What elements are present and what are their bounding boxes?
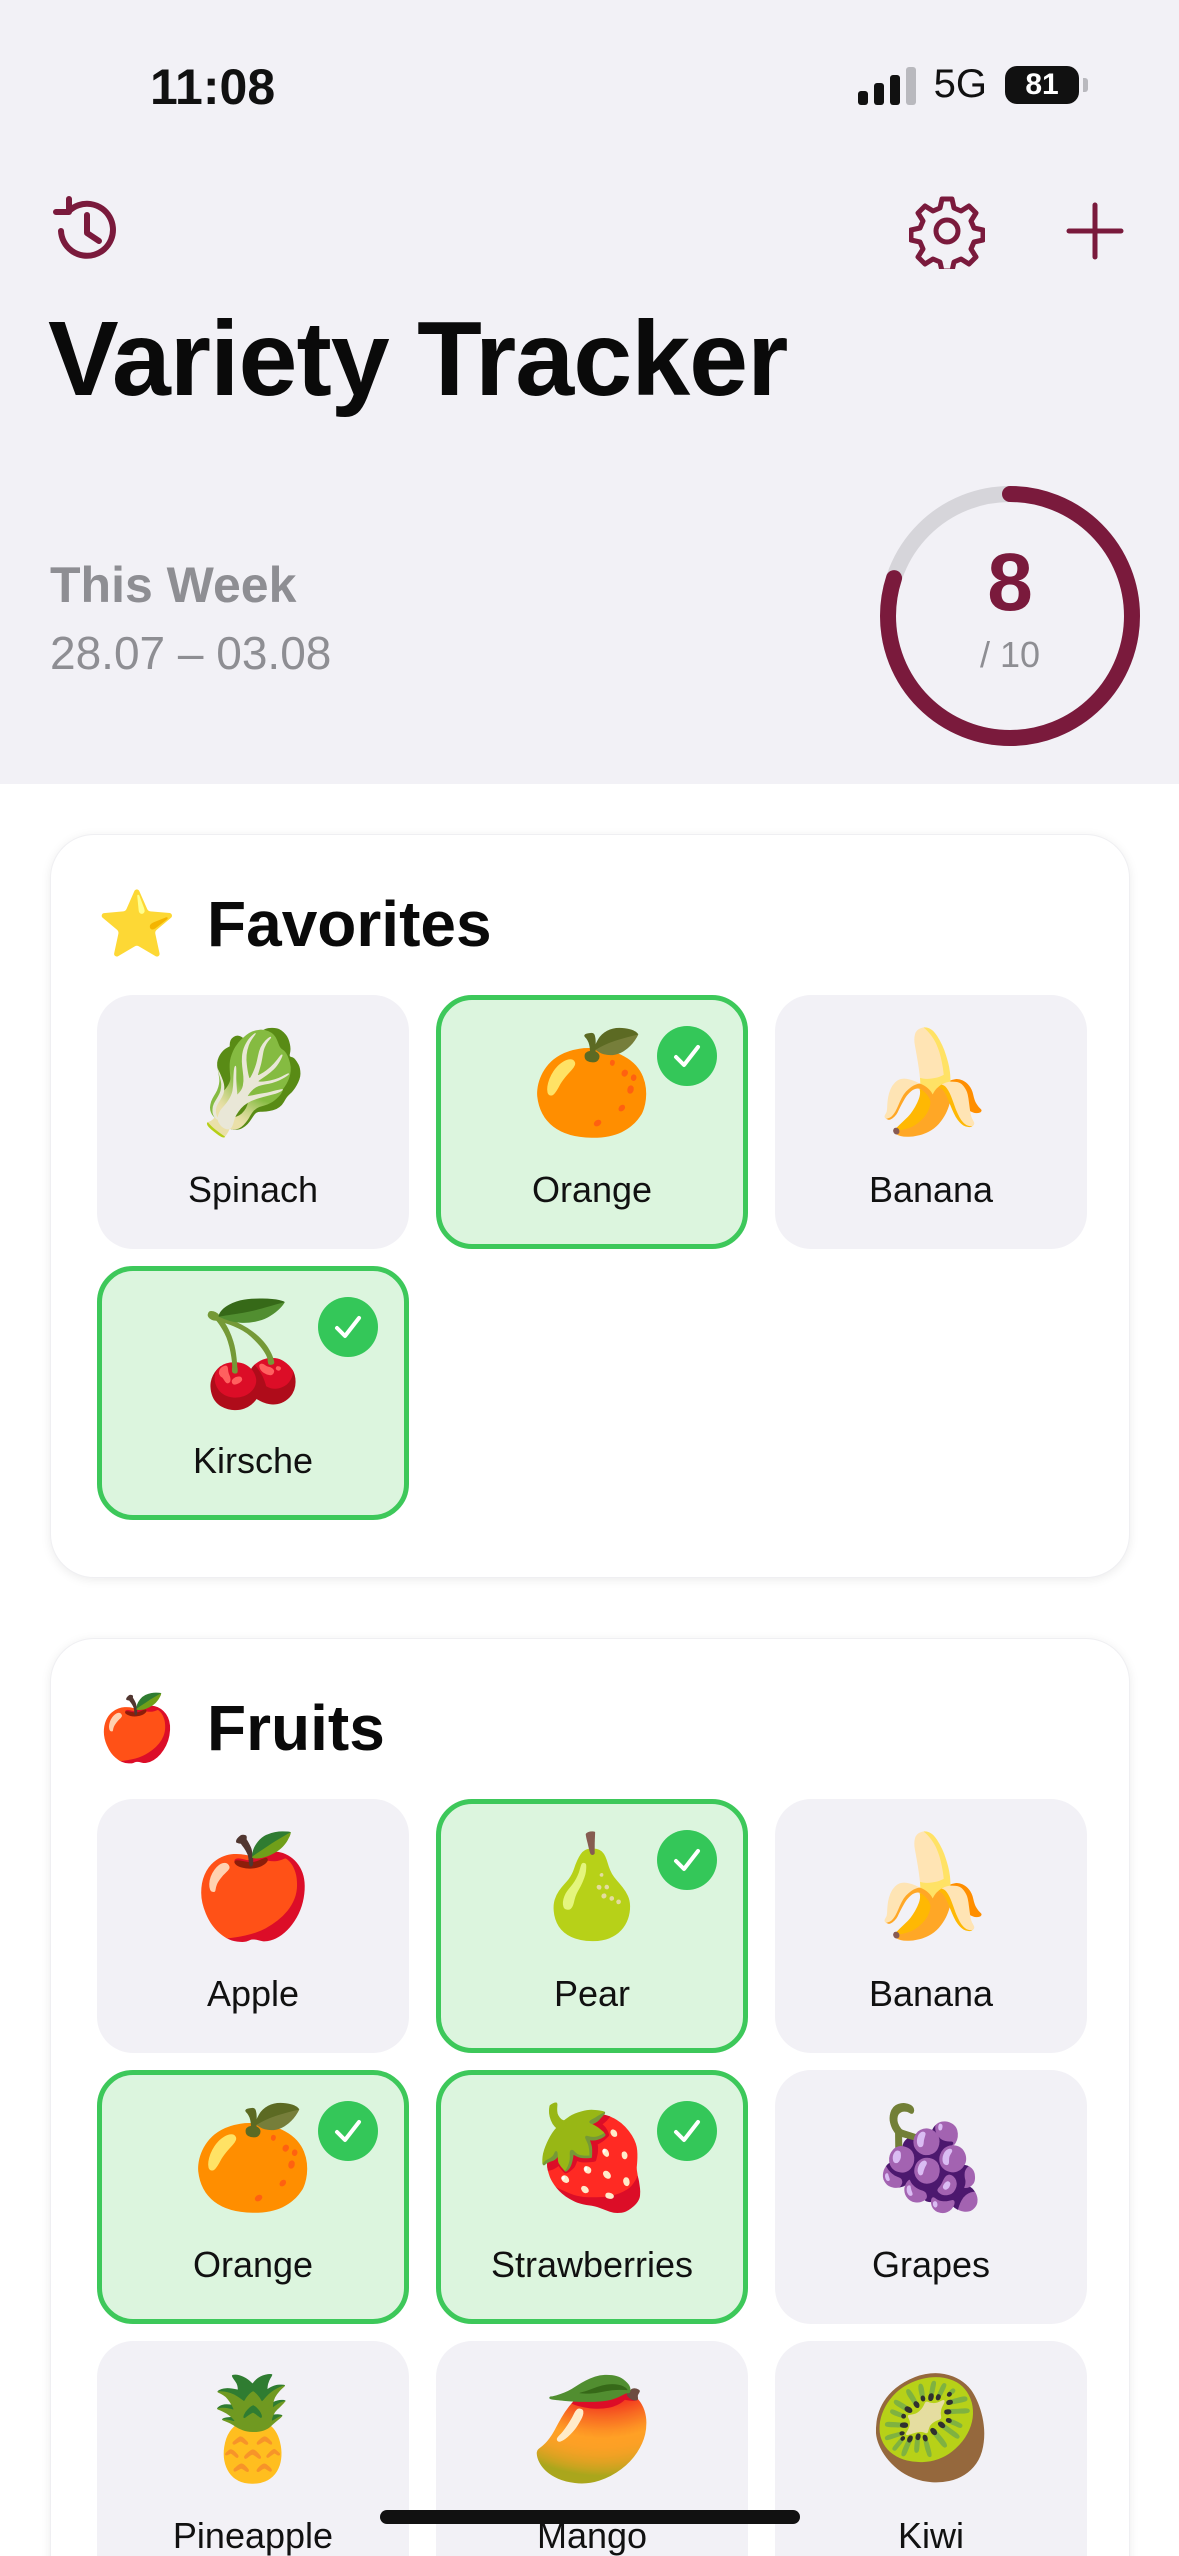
tile-label: Kirsche: [192, 1440, 314, 1481]
network-type: 5G: [933, 62, 987, 106]
grapes-icon: 🍇: [868, 2102, 994, 2214]
mango-icon: 🥭: [529, 2373, 655, 2485]
pineapple-icon: 🍍: [190, 2373, 316, 2485]
tile-label: Strawberries: [490, 2244, 694, 2285]
fruits-header: 🍎 Fruits: [97, 1691, 385, 1765]
gear-icon: [909, 196, 985, 269]
status-time: 11:08: [150, 59, 276, 115]
tile-label: Apple: [206, 1973, 300, 2014]
add-button[interactable]: [1050, 186, 1140, 276]
weekly-progress-ring: 8 / 10: [876, 482, 1144, 750]
kiwi-icon: 🥝: [868, 2373, 994, 2485]
tile-label: Pineapple: [172, 2515, 334, 2556]
header: 11:08 5G 81 Variety Tracker This Week 28…: [0, 0, 1179, 784]
checkmark-icon: [657, 1830, 717, 1890]
progress-total: / 10: [979, 634, 1041, 675]
tile-label: Spinach: [187, 1169, 319, 1210]
tile-label: Orange: [531, 1169, 653, 1210]
banana-icon: 🍌: [868, 1831, 994, 1943]
checkmark-icon: [318, 1297, 378, 1357]
fruits-tile-strawberries[interactable]: 🍓 Strawberries: [436, 2070, 748, 2324]
apple-icon: 🍎: [190, 1831, 316, 1943]
battery-icon: 81: [1005, 65, 1088, 104]
favorites-tile-banana[interactable]: 🍌 Banana: [775, 995, 1087, 1249]
checkmark-icon: [657, 1026, 717, 1086]
progress-count: 8: [987, 537, 1033, 628]
fruits-tile-apple[interactable]: 🍎 Apple: [97, 1799, 409, 2053]
fruits-tile-pear[interactable]: 🍐 Pear: [436, 1799, 748, 2053]
status-indicators: 5G 81: [857, 62, 1088, 107]
battery-level: 81: [1025, 67, 1059, 101]
week-range: 28.07 – 03.08: [50, 627, 332, 679]
favorites-tile-orange[interactable]: 🍊 Orange: [436, 995, 748, 1249]
fruits-section: 🍎 Fruits 🍎 Apple 🍐 Pear 🍌 Banana 🍊 Orange 🍓 Straw…: [50, 1638, 1130, 2556]
spinach-icon: 🥬: [190, 1027, 316, 1139]
fruits-tile-orange[interactable]: 🍊 Orange: [97, 2070, 409, 2324]
fruits-tile-kiwi[interactable]: 🥝 Kiwi: [775, 2341, 1087, 2556]
tile-label: Orange: [192, 2244, 314, 2285]
week-label: This Week: [50, 557, 297, 613]
tile-label: Grapes: [871, 2244, 991, 2285]
history-button[interactable]: [40, 186, 130, 276]
tile-label: Pear: [553, 1973, 631, 2014]
favorites-header: ⭐ Favorites: [97, 887, 492, 961]
app-screen: 11:08 5G 81 Variety Tracker This Week 28…: [0, 0, 1179, 2556]
favorites-title: Favorites: [207, 888, 492, 960]
fruits-tile-pineapple[interactable]: 🍍 Pineapple: [97, 2341, 409, 2556]
tile-label: Banana: [868, 1973, 994, 2014]
plus-icon: [1066, 202, 1124, 260]
favorites-section: ⭐ Favorites 🥬 Spinach 🍊 Orange 🍌 Banana 🍒 Kirsc…: [50, 834, 1130, 1578]
fruits-title: Fruits: [207, 1692, 385, 1764]
checkmark-icon: [318, 2101, 378, 2161]
history-icon: [53, 196, 116, 259]
favorites-tile-spinach[interactable]: 🥬 Spinach: [97, 995, 409, 1249]
fruits-tile-banana[interactable]: 🍌 Banana: [775, 1799, 1087, 2053]
page-title: Variety Tracker: [48, 300, 788, 418]
tile-label: Kiwi: [897, 2515, 964, 2556]
signal-icon: [857, 65, 916, 105]
favorites-tile-kirsche[interactable]: 🍒 Kirsche: [97, 1266, 409, 1520]
settings-button[interactable]: [902, 186, 992, 276]
apple-icon: 🍎: [97, 1692, 177, 1764]
banana-icon: 🍌: [868, 1027, 994, 1139]
fruits-tile-grapes[interactable]: 🍇 Grapes: [775, 2070, 1087, 2324]
star-icon: ⭐: [97, 888, 177, 960]
checkmark-icon: [657, 2101, 717, 2161]
home-indicator: [380, 2510, 800, 2524]
tile-label: Banana: [868, 1169, 994, 1210]
